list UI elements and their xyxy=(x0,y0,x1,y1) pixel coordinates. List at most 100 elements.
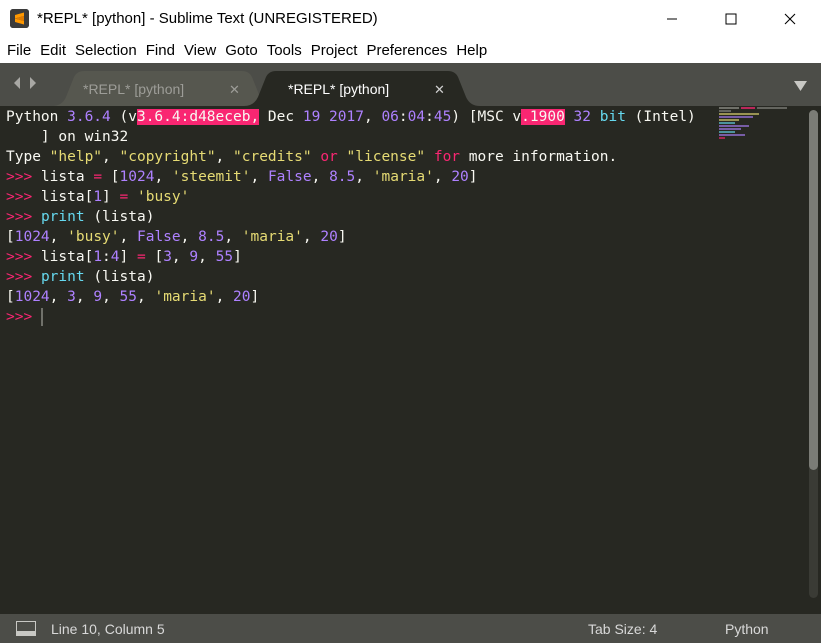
menu-tools[interactable]: Tools xyxy=(263,42,306,59)
code-token: lista[ xyxy=(32,189,94,205)
code-token: for xyxy=(433,149,461,165)
panel-toggle-icon[interactable] xyxy=(16,621,36,639)
code-token: , xyxy=(49,289,68,305)
repl-prompt: >>> xyxy=(6,309,33,325)
repl-output[interactable]: Python 3.6.4 (v3.6.4:d48eceb, Dec 19 201… xyxy=(6,107,696,327)
repl-line: >>> lista[1:4] = [3, 9, 55] xyxy=(6,247,696,267)
repl-prompt: >>> xyxy=(6,189,33,205)
code-token: , xyxy=(137,289,155,305)
repl-line: >>> print (lista) xyxy=(6,207,696,227)
code-token: ] xyxy=(468,169,478,185)
menu-bar: File Edit Selection Find View Goto Tools… xyxy=(0,38,821,63)
code-token: ] xyxy=(102,189,120,205)
code-token: ] on win32 xyxy=(6,129,129,145)
code-token: , xyxy=(311,169,330,185)
close-icon xyxy=(784,13,796,25)
code-token: 'busy' xyxy=(67,229,120,245)
menu-edit[interactable]: Edit xyxy=(36,42,70,59)
repl-line: Type "help", "copyright", "credits" or "… xyxy=(6,147,696,167)
code-token: : xyxy=(425,109,434,125)
title-bar: *REPL* [python] - Sublime Text (UNREGIST… xyxy=(0,0,821,38)
repl-line: [1024, 3, 9, 55, 'maria', 20] xyxy=(6,287,696,307)
cursor-position: Line 10, Column 5 xyxy=(51,621,165,637)
menu-help[interactable]: Help xyxy=(452,42,491,59)
code-token: : xyxy=(102,249,111,265)
code-token: 19 xyxy=(302,109,321,125)
tab-dropdown-button[interactable] xyxy=(794,78,807,96)
menu-goto[interactable]: Goto xyxy=(221,42,262,59)
code-token: ) [MSC v xyxy=(451,109,522,125)
tab-label: *REPL* [python] xyxy=(83,81,185,97)
code-token: = xyxy=(93,169,103,185)
code-token: 1024 xyxy=(119,169,155,185)
repl-line: Python 3.6.4 (v3.6.4:d48eceb, Dec 19 201… xyxy=(6,107,696,127)
code-token: 20 xyxy=(233,289,251,305)
code-token: 'busy' xyxy=(136,189,190,205)
vertical-scrollbar[interactable] xyxy=(809,110,818,598)
repl-line: ] on win32 xyxy=(6,127,696,147)
window-title: *REPL* [python] - Sublime Text (UNREGIST… xyxy=(37,10,378,27)
tab-repl-python-inactive[interactable]: *REPL* [python] ✕ xyxy=(52,71,274,106)
code-token: , xyxy=(198,249,216,265)
tab-label: *REPL* [python] xyxy=(288,81,390,97)
minimap[interactable] xyxy=(717,106,797,146)
menu-preferences[interactable]: Preferences xyxy=(362,42,451,59)
editor-area[interactable]: Python 3.6.4 (v3.6.4:d48eceb, Dec 19 201… xyxy=(0,106,821,614)
tab-close-icon[interactable]: ✕ xyxy=(229,82,240,98)
code-token: 20 xyxy=(320,229,338,245)
menu-project[interactable]: Project xyxy=(307,42,362,59)
code-token: [ xyxy=(6,229,15,245)
repl-prompt: >>> xyxy=(6,209,33,225)
code-token: 1 xyxy=(93,249,103,265)
maximize-button[interactable] xyxy=(702,0,760,38)
menu-find[interactable]: Find xyxy=(142,42,179,59)
code-token: False xyxy=(267,169,312,185)
chevron-left-icon[interactable] xyxy=(12,76,22,90)
code-token: 'maria' xyxy=(241,229,303,245)
code-token: , xyxy=(180,229,199,245)
chevron-right-icon[interactable] xyxy=(28,76,38,90)
repl-line: >>> xyxy=(6,307,696,327)
tab-close-icon[interactable]: ✕ xyxy=(434,82,445,98)
tab-nav-arrows xyxy=(12,76,38,90)
tab-size-selector[interactable]: Tab Size: 4 xyxy=(588,621,657,637)
code-token: = xyxy=(119,189,129,205)
code-token: 55 xyxy=(215,249,234,265)
code-token: (Intel) xyxy=(625,109,696,125)
code-token: (v xyxy=(110,109,137,125)
syntax-selector[interactable]: Python xyxy=(725,621,769,637)
code-token: [ xyxy=(102,169,120,185)
code-token: print xyxy=(40,209,85,225)
minimize-button[interactable] xyxy=(643,0,701,38)
menu-file[interactable]: File xyxy=(3,42,35,59)
code-token: "license" xyxy=(346,149,426,165)
code-token: 3 xyxy=(163,249,172,265)
close-button[interactable] xyxy=(761,0,819,38)
minimize-icon xyxy=(667,18,677,20)
code-token: 06 xyxy=(381,109,399,125)
code-token: .1900 xyxy=(521,109,565,125)
menu-selection[interactable]: Selection xyxy=(71,42,141,59)
code-token: lista xyxy=(32,169,94,185)
code-token: Type xyxy=(6,149,50,165)
code-token: = xyxy=(136,249,146,265)
code-token: lista[ xyxy=(32,249,94,265)
scrollbar-thumb[interactable] xyxy=(809,110,818,470)
code-token: print xyxy=(40,269,85,285)
code-token: more information. xyxy=(460,149,618,165)
code-token: , xyxy=(433,169,452,185)
code-token: , xyxy=(215,289,234,305)
code-token: , xyxy=(154,169,172,185)
tab-repl-python-active[interactable]: *REPL* [python] ✕ xyxy=(244,71,480,106)
code-token: "help" xyxy=(49,149,103,165)
triangle-down-icon xyxy=(794,81,807,91)
menu-view[interactable]: View xyxy=(180,42,220,59)
code-token: 20 xyxy=(451,169,469,185)
code-token: 4 xyxy=(110,249,120,265)
